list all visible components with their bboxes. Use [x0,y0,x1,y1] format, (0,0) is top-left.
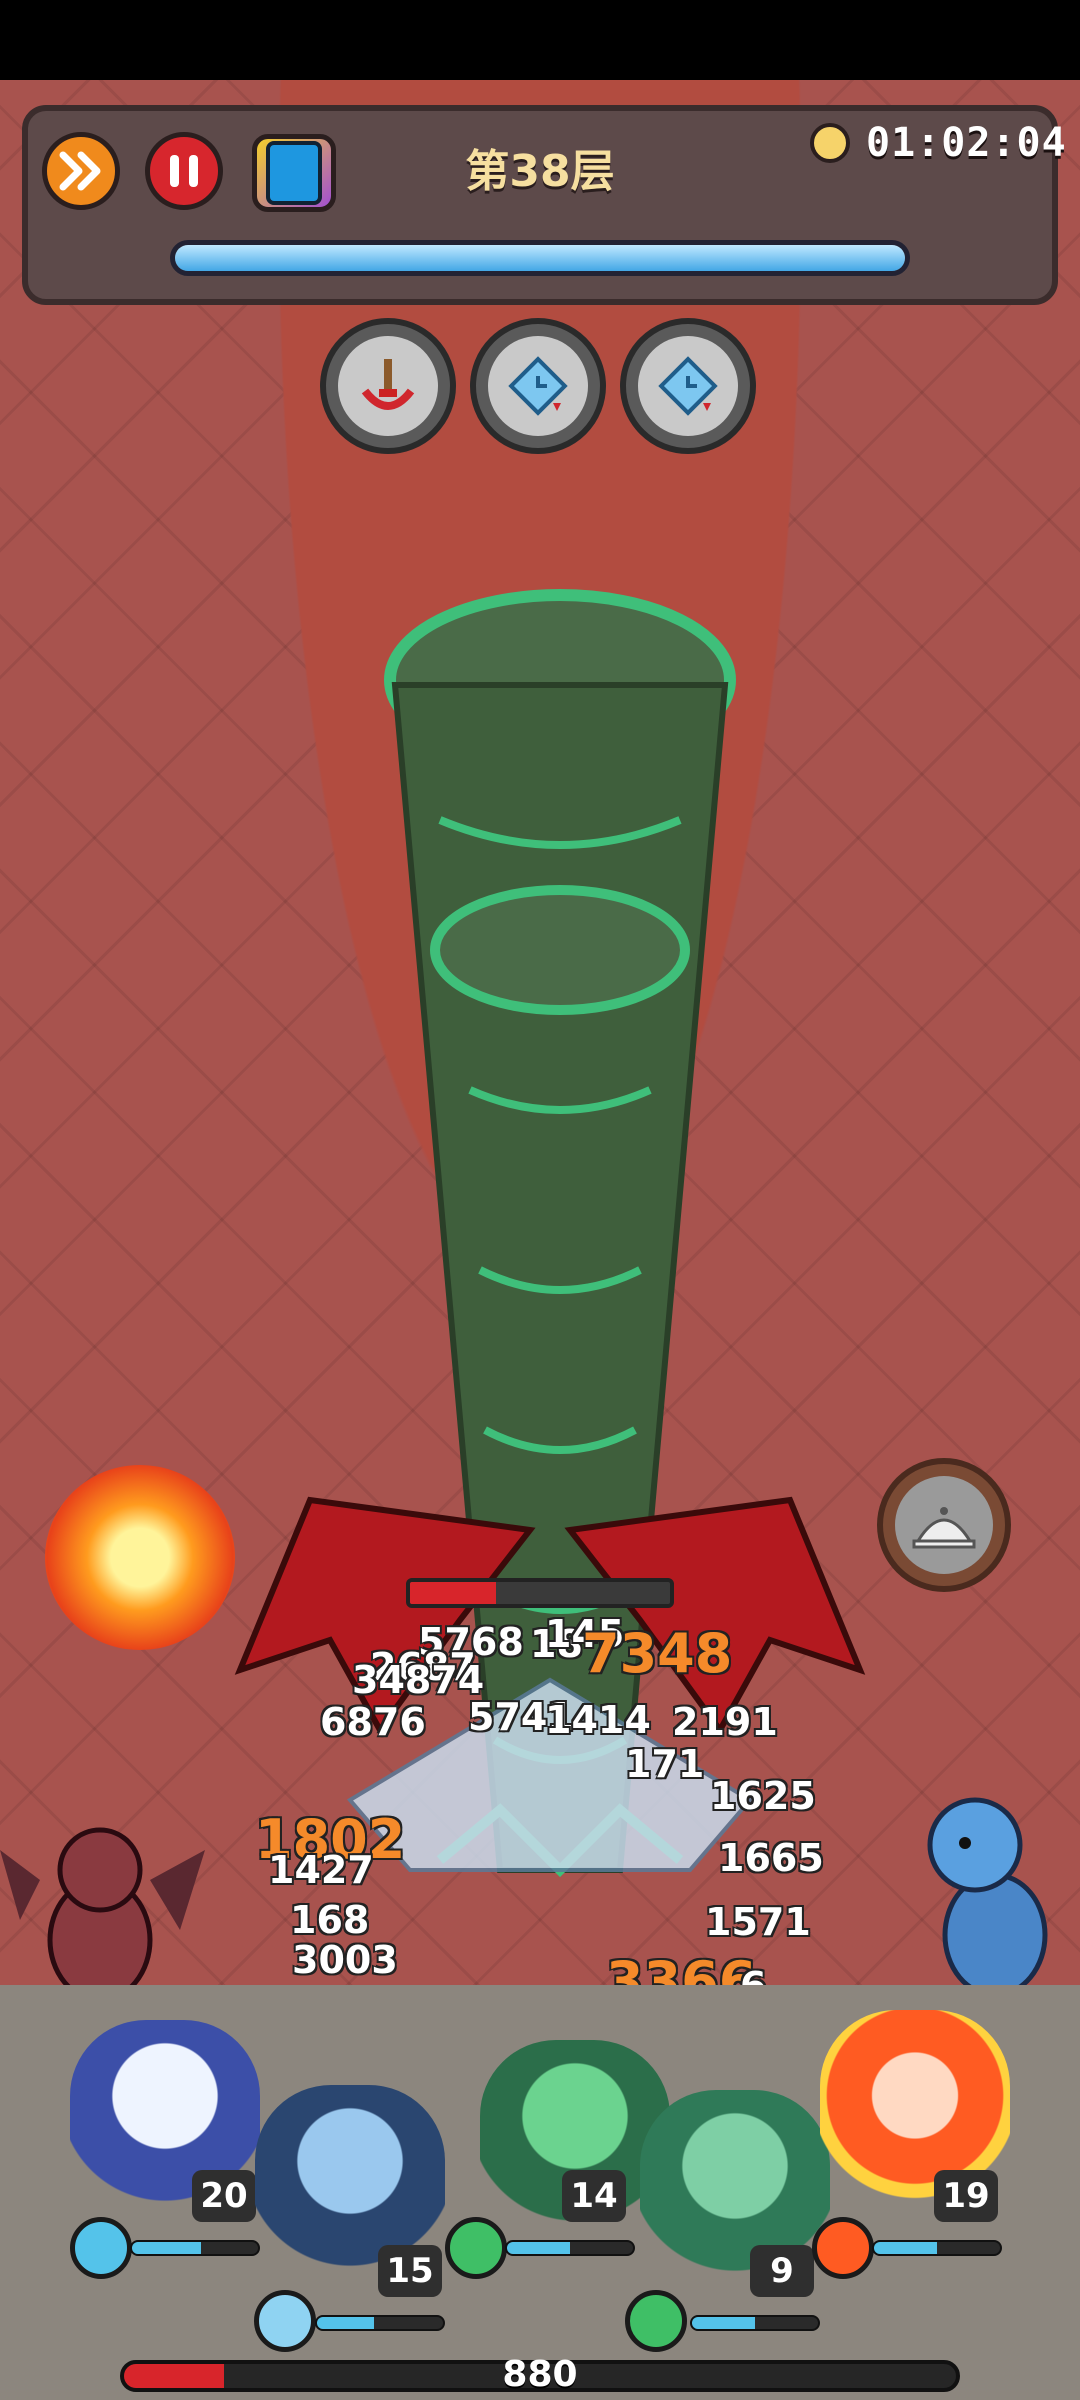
cooldown-down-icon [488,336,588,436]
hero-level: 14 [562,2170,626,2222]
damage-number: 2191 [672,1700,778,1744]
fast-forward-icon [59,151,101,191]
hero-card-button[interactable] [252,134,336,212]
pause-icon [170,155,198,187]
hero-energy-bar [130,2240,260,2256]
hero-level: 19 [934,2170,998,2222]
damage-number: 34874 [352,1658,485,1702]
wind-element-icon [625,2290,687,2352]
boss-hp-fill [410,1582,496,1604]
attack-down-icon [338,336,438,436]
wave-progress-fill [175,245,905,271]
ice-element-icon [70,2217,132,2279]
ice-dragon-pet [927,1797,1048,1998]
buff-slot-1[interactable] [320,318,456,454]
hero-energy-bar [872,2240,1002,2256]
damage-number: 3003 [292,1938,398,1982]
pause-button[interactable] [145,132,223,210]
floor-title: 第38层 [465,146,615,197]
damage-number: 1427 [268,1848,374,1892]
wave-progress-bar [170,240,910,276]
hero-card-icon [266,141,322,205]
hero-level: 9 [750,2245,814,2297]
dark-dragon-pet [0,1827,205,2003]
buff-slot-3[interactable] [620,318,756,454]
food-dish-button[interactable] [877,1458,1011,1592]
castle-hp-fill [124,2364,224,2388]
wind-element-icon [445,2217,507,2279]
damage-number: 1414 [545,1698,651,1742]
damage-number-crit: 7348 [582,1622,733,1685]
damage-number: 1665 [718,1836,824,1880]
damage-number: 1571 [705,1900,811,1944]
damage-number: 171 [625,1742,705,1786]
food-cloche-icon [895,1476,993,1574]
meteor-skill-button[interactable] [45,1465,235,1650]
hero-energy-bar [315,2315,445,2331]
fire-element-icon [812,2217,874,2279]
hero-energy-bar [690,2315,820,2331]
battle-timer: 01:02:04 [810,118,1067,168]
ice-element-icon [254,2290,316,2352]
damage-number: 1625 [710,1774,816,1818]
damage-number: 6876 [320,1700,426,1744]
cooldown-down-icon [638,336,738,436]
hero-energy-bar [505,2240,635,2256]
buff-slot-2[interactable] [470,318,606,454]
hero-level: 20 [192,2170,256,2222]
timer-value: 01:02:04 [866,120,1067,166]
boss-hp-bar [406,1578,674,1608]
speed-button[interactable] [42,132,120,210]
clock-icon [810,123,850,163]
damage-number: 168 [290,1898,370,1942]
castle-hp-value: 880 [502,2354,578,2395]
hero-level: 15 [378,2245,442,2297]
status-bar [0,0,1080,80]
